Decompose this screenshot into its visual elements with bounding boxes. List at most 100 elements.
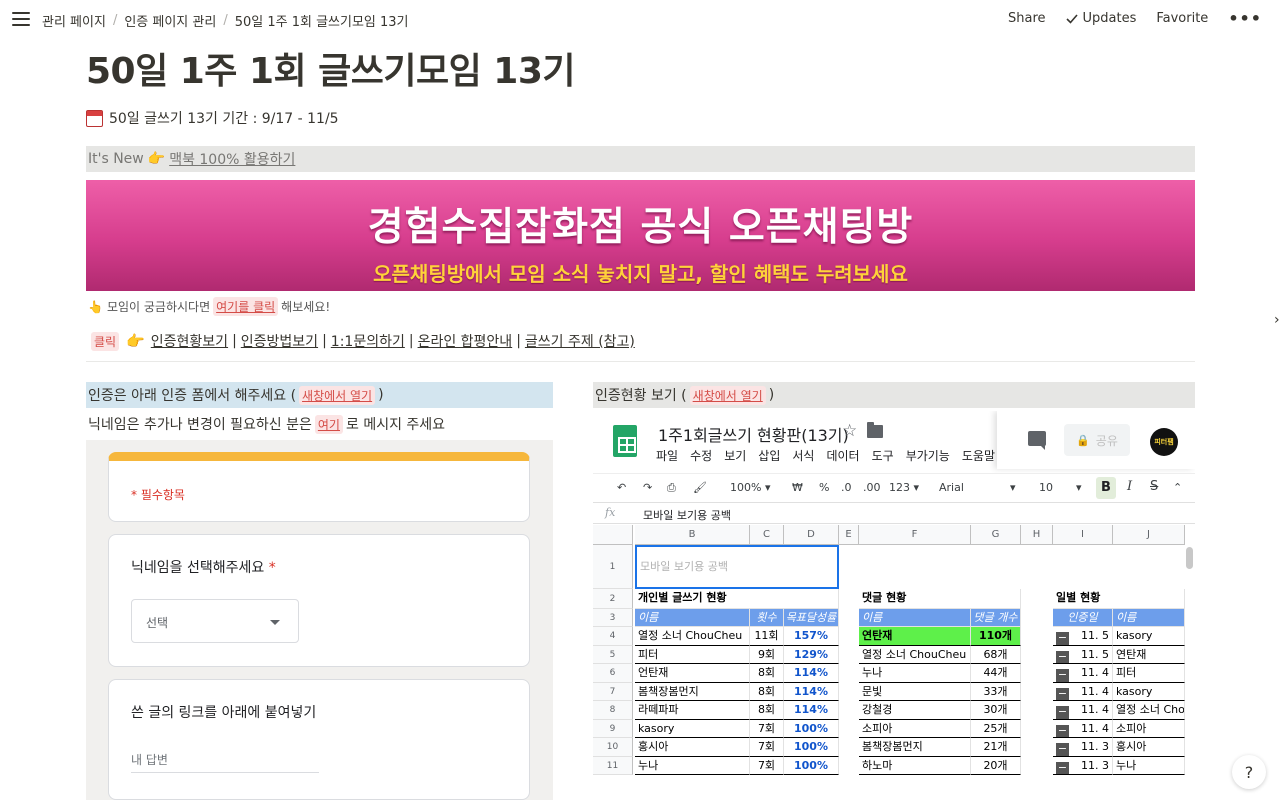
collapse-row-icon[interactable]: − (1056, 632, 1069, 645)
column-header-B[interactable]: B (635, 525, 750, 545)
breadcrumb-item-admin[interactable]: 관리 페이지 (42, 11, 106, 30)
comment-name-cell[interactable]: 문빛 (859, 683, 971, 701)
daily-date-cell[interactable]: −11. 4 (1053, 683, 1113, 701)
personal-count-cell[interactable]: 9회 (750, 646, 784, 664)
column-header-H[interactable]: H (1021, 525, 1053, 545)
menu-view[interactable]: 보기 (724, 447, 746, 464)
daily-name-cell[interactable]: kasory (1113, 683, 1185, 701)
number-format-select[interactable]: 123 ▾ (889, 481, 919, 494)
collapse-toolbar-icon[interactable]: ⌃ (1173, 481, 1182, 494)
personal-rate-cell[interactable]: 114% (784, 683, 839, 701)
nickname-select[interactable]: 선택 (131, 599, 299, 643)
personal-name-cell[interactable]: 누나 (635, 757, 750, 775)
personal-rate-cell[interactable]: 100% (784, 757, 839, 775)
menu-addons[interactable]: 부가기능 (906, 447, 950, 464)
header-rate[interactable]: 목표달성률 (784, 609, 839, 627)
comment-count-cell[interactable]: 44개 (971, 664, 1021, 683)
personal-count-cell[interactable]: 8회 (750, 701, 784, 720)
column-header-E[interactable]: E (839, 525, 859, 545)
status-open-link[interactable]: 새창에서 열기 (689, 385, 766, 405)
menu-help[interactable]: 도움말 (962, 447, 995, 464)
daily-name-cell[interactable]: 누나 (1113, 757, 1185, 775)
comment-count-cell[interactable]: 68개 (971, 646, 1021, 664)
folder-icon[interactable] (867, 422, 883, 438)
collapse-row-icon[interactable]: − (1056, 651, 1069, 663)
personal-count-cell[interactable]: 11회 (750, 627, 784, 646)
menu-insert[interactable]: 삽입 (758, 447, 780, 464)
comment-count-cell[interactable]: 20개 (971, 757, 1021, 775)
open-chat-banner[interactable]: 경험수집잡화점 공식 오픈채팅방 오픈채팅방에서 모임 소식 놓치지 말고, 할… (86, 180, 1195, 291)
menu-icon[interactable] (12, 12, 30, 26)
link-inquiry[interactable]: 1:1문의하기 (331, 331, 405, 351)
comment-name-cell[interactable]: 하노마 (859, 757, 971, 775)
italic-button[interactable]: I (1127, 479, 1132, 494)
header-comment-name[interactable]: 이름 (859, 609, 971, 627)
collapse-row-icon[interactable]: − (1056, 706, 1069, 719)
collapse-row-icon[interactable]: − (1056, 743, 1069, 756)
font-size-select[interactable]: 10 (1039, 481, 1053, 494)
row-header-6[interactable]: 6 (593, 664, 633, 683)
personal-count-cell[interactable]: 7회 (750, 757, 784, 775)
comment-count-cell[interactable]: 33개 (971, 683, 1021, 701)
link-topics[interactable]: 글쓰기 주제 (참고) (525, 331, 635, 351)
personal-rate-cell[interactable]: 129% (784, 646, 839, 664)
favorite-button[interactable]: Favorite (1156, 11, 1208, 26)
breadcrumb-item-cert-admin[interactable]: 인증 페이지 관리 (124, 11, 216, 30)
header-name[interactable]: 이름 (635, 609, 750, 627)
nick-here-link[interactable]: 여기 (314, 414, 343, 434)
increase-decimal-button[interactable]: .00 (863, 481, 881, 494)
collapse-row-icon[interactable]: − (1056, 762, 1069, 774)
undo-icon[interactable]: ↶ (617, 481, 626, 494)
menu-tools[interactable]: 도구 (872, 447, 894, 464)
link-status[interactable]: 인증현황보기 (151, 331, 228, 351)
comment-icon[interactable] (1028, 431, 1046, 450)
link-review[interactable]: 온라인 합평안내 (418, 331, 513, 351)
macbook-link[interactable]: 맥북 100% 활용하기 (169, 149, 295, 169)
column-header-I[interactable]: I (1053, 525, 1113, 545)
row-header-9[interactable]: 9 (593, 720, 633, 738)
decrease-decimal-button[interactable]: .0 (841, 481, 852, 494)
strikethrough-button[interactable]: S (1150, 479, 1158, 494)
personal-count-cell[interactable]: 8회 (750, 664, 784, 683)
collapse-row-icon[interactable]: − (1056, 669, 1069, 682)
daily-date-cell[interactable]: −11. 4 (1053, 664, 1113, 683)
personal-count-cell[interactable]: 8회 (750, 683, 784, 701)
help-button[interactable]: ? (1232, 755, 1266, 789)
personal-name-cell[interactable]: kasory (635, 720, 750, 738)
column-header-D[interactable]: D (784, 525, 839, 545)
paint-format-icon[interactable]: 🖌 (693, 481, 707, 494)
menu-format[interactable]: 서식 (792, 447, 814, 464)
personal-rate-cell[interactable]: 114% (784, 701, 839, 720)
cert-open-link[interactable]: 새창에서 열기 (299, 385, 376, 405)
row-header-8[interactable]: 8 (593, 701, 633, 720)
comment-count-cell[interactable]: 21개 (971, 738, 1021, 757)
column-header-C[interactable]: C (750, 525, 784, 545)
zoom-select[interactable]: 100% ▾ (730, 481, 770, 494)
share-button[interactable]: Share (1008, 11, 1046, 26)
personal-count-cell[interactable]: 7회 (750, 738, 784, 757)
daily-date-cell[interactable]: −11. 4 (1053, 701, 1113, 720)
column-header-J[interactable]: J (1113, 525, 1185, 545)
row-header-11[interactable]: 11 (593, 757, 633, 775)
click-here-link[interactable]: 여기를 클릭 (213, 297, 279, 316)
currency-button[interactable]: ₩ (792, 481, 803, 494)
daily-date-cell[interactable]: −11. 3 (1053, 738, 1113, 757)
row-header-7[interactable]: 7 (593, 683, 633, 701)
comment-name-cell[interactable]: 연탄재 (859, 627, 971, 646)
personal-rate-cell[interactable]: 114% (784, 664, 839, 683)
daily-date-cell[interactable]: −11. 4 (1053, 720, 1113, 738)
daily-name-cell[interactable]: 피터 (1113, 664, 1185, 683)
comment-name-cell[interactable]: 소피아 (859, 720, 971, 738)
row-header-2[interactable]: 2 (593, 589, 633, 609)
daily-date-cell[interactable]: −11. 3 (1053, 757, 1113, 775)
column-header-F[interactable]: F (859, 525, 971, 545)
redo-icon[interactable]: ↷ (643, 481, 652, 494)
menu-data[interactable]: 데이터 (826, 447, 859, 464)
updates-button[interactable]: Updates (1065, 11, 1136, 26)
comment-name-cell[interactable]: 봄책장봄먼지 (859, 738, 971, 757)
personal-name-cell[interactable]: 홍시아 (635, 738, 750, 757)
formula-bar[interactable]: fx 모바일 보기용 공백 (593, 502, 1195, 524)
comment-name-cell[interactable]: 강철경 (859, 701, 971, 720)
breadcrumb-item-current[interactable]: 50일 1주 1회 글쓰기모임 13기 (235, 11, 409, 30)
sheets-logo-icon[interactable] (613, 425, 637, 457)
